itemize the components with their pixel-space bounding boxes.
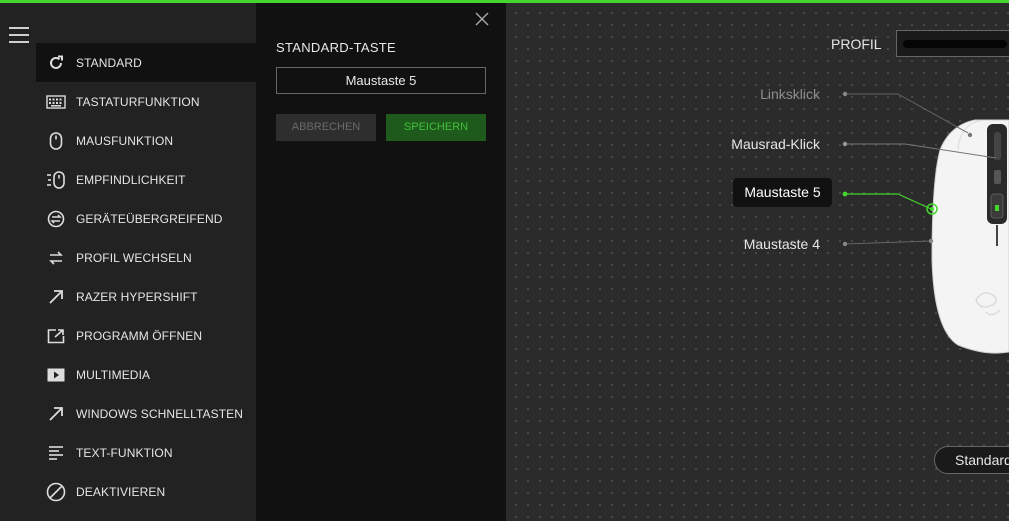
- profile-label: PROFIL: [831, 36, 882, 52]
- save-button[interactable]: SPEICHERN: [386, 114, 486, 141]
- menu-item-label: MAUSFUNKTION: [76, 133, 174, 148]
- menu-item-multimedia[interactable]: MULTIMEDIA: [36, 355, 256, 394]
- profile-dropdown[interactable]: [896, 30, 1009, 57]
- menu-item-mouse-function[interactable]: MAUSFUNKTION: [36, 121, 256, 160]
- hypershift-arrow-icon: [46, 287, 66, 307]
- panel-title: STANDARD-TASTE: [276, 40, 397, 55]
- keyboard-icon: [46, 92, 66, 112]
- open-program-icon: [46, 326, 66, 346]
- swap-icon: [46, 248, 66, 268]
- menu-item-label: PROGRAMM ÖFFNEN: [76, 328, 203, 343]
- menu-item-label: TASTATURFUNKTION: [76, 94, 200, 109]
- menu-item-razer-hypershift[interactable]: RAZER HYPERSHIFT: [36, 277, 256, 316]
- menu-item-label: TEXT-FUNKTION: [76, 445, 173, 460]
- menu-item-label: WINDOWS SCHNELLTASTEN: [76, 406, 244, 421]
- menu-item-label: MULTIMEDIA: [76, 367, 151, 382]
- menu-item-keyboard-function[interactable]: TASTATURFUNKTION: [36, 82, 256, 121]
- menu-item-label: GERÄTEÜBERGREIFEND: [76, 211, 223, 226]
- button-label-wheel-click[interactable]: Mausrad-Klick: [710, 136, 820, 152]
- standard-key-field[interactable]: [276, 67, 486, 94]
- mode-toggle-pill[interactable]: Standard: [934, 446, 1009, 474]
- shortcut-arrow-icon: [46, 404, 66, 424]
- menu-item-open-program[interactable]: PROGRAMM ÖFFNEN: [36, 316, 256, 355]
- close-icon[interactable]: [474, 11, 490, 27]
- redacted-profile-name: [903, 40, 1007, 48]
- menu-item-switch-profile[interactable]: PROFIL WECHSELN: [36, 238, 256, 277]
- function-menu: STANDARD TASTATURFUNKTION MAUSFUNKTION E…: [36, 43, 256, 511]
- button-label-mouse4[interactable]: Maustaste 4: [720, 236, 820, 252]
- mouse-icon: [46, 131, 66, 151]
- menu-item-sensitivity[interactable]: EMPFINDLICHKEIT: [36, 160, 256, 199]
- button-label-mouse5-selected[interactable]: Maustaste 5: [733, 178, 832, 207]
- menu-item-windows-shortcuts[interactable]: WINDOWS SCHNELLTASTEN: [36, 394, 256, 433]
- text-lines-icon: [46, 443, 66, 463]
- menu-item-label: EMPFINDLICHKEIT: [76, 172, 186, 187]
- button-label-left-click[interactable]: Linksklick: [740, 86, 820, 102]
- menu-item-disable[interactable]: DEAKTIVIEREN: [36, 472, 256, 511]
- refresh-icon: [46, 53, 66, 73]
- menu-item-label: PROFIL WECHSELN: [76, 250, 192, 265]
- multimedia-play-icon: [46, 365, 66, 385]
- function-sidebar: STANDARD TASTATURFUNKTION MAUSFUNKTION E…: [0, 3, 256, 521]
- menu-item-label: RAZER HYPERSHIFT: [76, 289, 198, 304]
- menu-item-label: STANDARD: [76, 55, 142, 70]
- disable-icon: [46, 482, 66, 502]
- sensitivity-icon: [46, 170, 66, 190]
- menu-item-standard[interactable]: STANDARD: [36, 43, 256, 82]
- menu-item-label: DEAKTIVIEREN: [76, 484, 166, 499]
- menu-item-inter-device[interactable]: GERÄTEÜBERGREIFEND: [36, 199, 256, 238]
- cancel-button[interactable]: ABBRECHEN: [276, 114, 376, 141]
- menu-item-text-function[interactable]: TEXT-FUNKTION: [36, 433, 256, 472]
- mouse-canvas: [506, 3, 1009, 521]
- hamburger-menu-icon[interactable]: [9, 27, 29, 43]
- assignment-panel: STANDARD-TASTE ABBRECHEN SPEICHERN: [256, 3, 506, 521]
- inter-device-icon: [46, 209, 66, 229]
